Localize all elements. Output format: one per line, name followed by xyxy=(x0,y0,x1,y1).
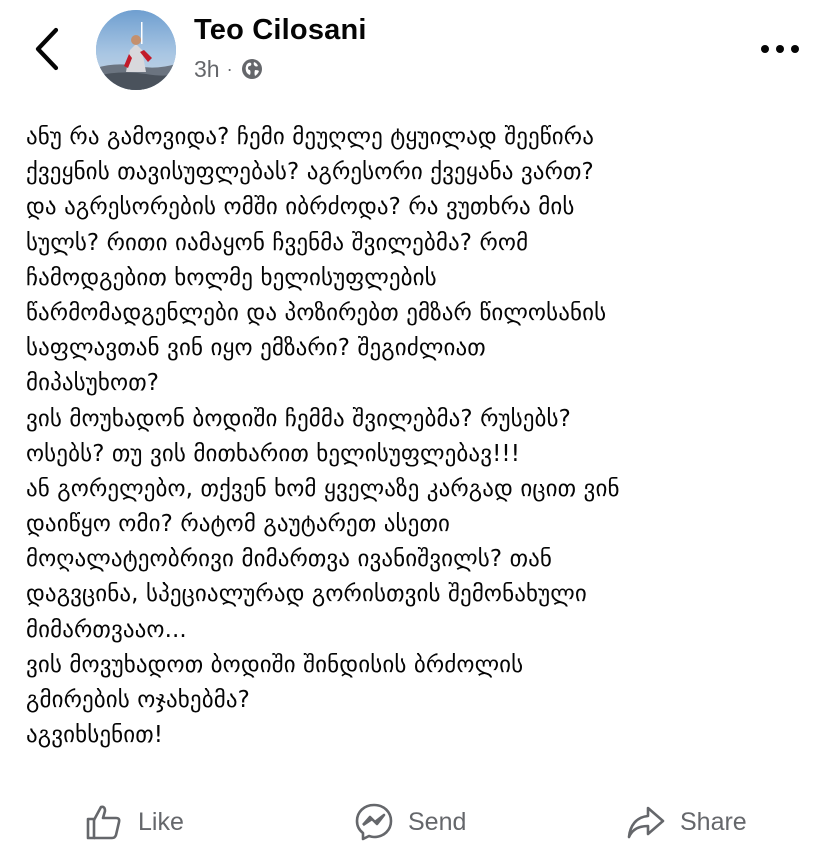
post-text-line: ვის მოუხადონ ბოდიში ჩემმა შვილებმა? რუსე… xyxy=(26,405,571,432)
post-text: ანუ რა გამოვიდა? ჩემი მეუღლე ტყუილად შეე… xyxy=(26,120,816,753)
author-name[interactable]: Teo Cilosani xyxy=(194,14,367,47)
share-label: Share xyxy=(680,807,747,836)
send-button[interactable]: Send xyxy=(354,800,466,844)
share-button[interactable]: Share xyxy=(626,800,747,844)
post-header: Teo Cilosani 3h · xyxy=(0,0,828,100)
post-text-line: დაგვცინა, სპეციალურად გორისთვის შემონახუ… xyxy=(26,581,587,608)
post-action-bar: Like Send Share xyxy=(0,790,828,852)
post-text-line: წარმომადგენლები და პოზირებთ ემზარ წილოსა… xyxy=(26,299,607,326)
avatar-photo xyxy=(96,10,176,90)
post-text-line: გმირების ოჯახებმა? xyxy=(26,687,250,713)
post-text-line: ჩამოდგებით ხოლმე ხელისუფლების xyxy=(26,264,437,291)
post-text-line: ანუ რა გამოვიდა? ჩემი მეუღლე ტყუილად შეე… xyxy=(26,124,594,150)
post-text-line: სულს? რითი იამაყონ ჩვენმა შვილებმა? რომ xyxy=(26,229,529,256)
like-button[interactable]: Like xyxy=(84,800,184,844)
like-label: Like xyxy=(138,807,184,836)
avatar[interactable] xyxy=(96,10,176,90)
post-time[interactable]: 3h xyxy=(194,56,220,83)
post-text-line: ქვეყნის თავისუფლებას? აგრესორი ქვეყანა ვ… xyxy=(26,159,594,186)
post-text-line: და აგრესორების ომში იბრძოდა? რა ვუთხრა მ… xyxy=(26,194,575,221)
share-arrow-icon xyxy=(627,806,665,839)
ellipsis-icon xyxy=(761,45,799,53)
back-button[interactable] xyxy=(26,24,70,74)
post-text-line: მიმართვააო... xyxy=(26,616,187,643)
post-text-line: აგვიხსენით! xyxy=(26,722,164,749)
post-meta: 3h · xyxy=(194,55,264,83)
messenger-icon xyxy=(355,803,393,841)
chevron-left-icon xyxy=(35,27,59,71)
send-label: Send xyxy=(408,807,467,836)
post-text-line: დაიწყო ომი? რატომ გაუტარეთ ასეთი xyxy=(26,511,450,538)
globe-icon[interactable] xyxy=(240,57,264,81)
post-text-line: ან გორელებო, თქვენ ხომ ყველაზე კარგად იც… xyxy=(26,475,620,502)
post-text-line: მიპასუხოთ? xyxy=(26,370,160,397)
post-text-line: მოღალატეობრივი მიმართვა ივანიშვილს? თან xyxy=(26,546,553,573)
post-text-line: საფლავთან ვინ იყო ემზარი? შეგიძლიათ xyxy=(26,335,486,362)
more-options-button[interactable] xyxy=(756,34,804,64)
post-text-line: ოსებს? თუ ვის მითხარით ხელისუფლებავ!!! xyxy=(26,440,521,467)
meta-separator: · xyxy=(226,58,233,79)
thumbs-up-icon xyxy=(86,805,121,840)
post-text-line: ვის მოვუხადოთ ბოდიში შინდისის ბრძოლის xyxy=(26,651,524,678)
